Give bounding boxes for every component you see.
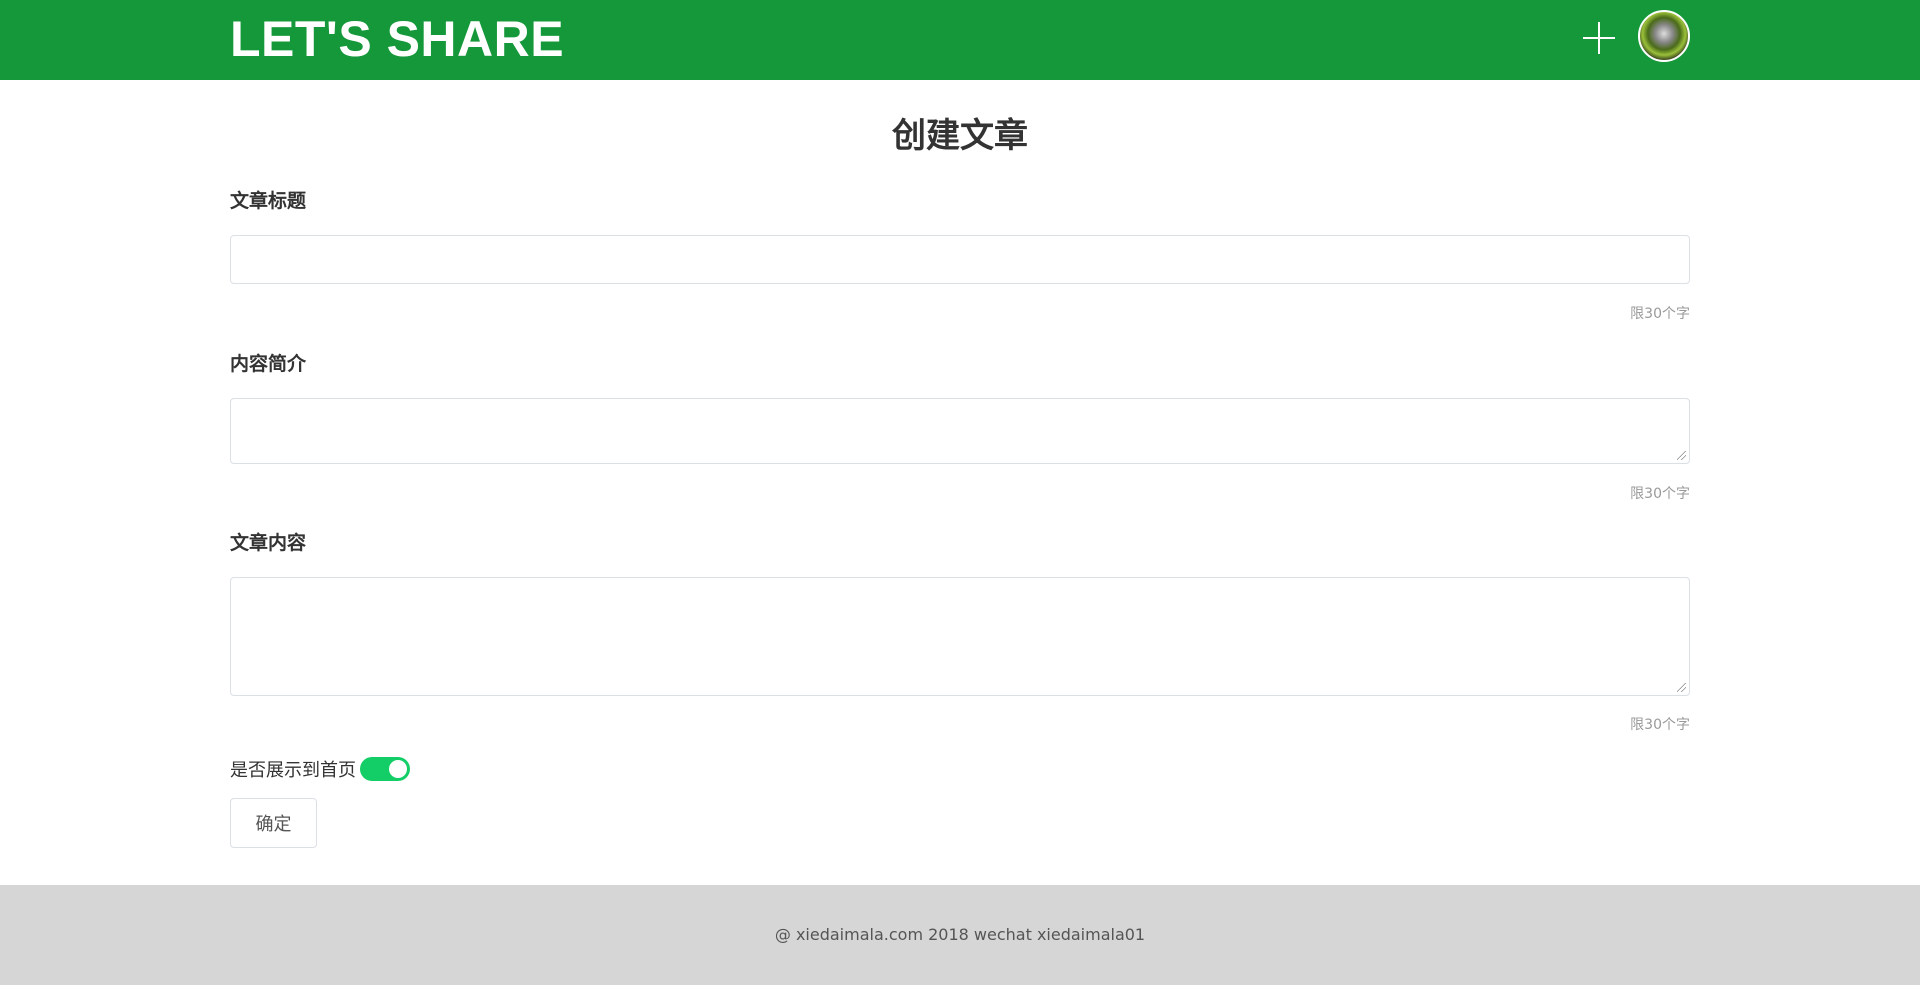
submit-button[interactable]: 确定 (230, 798, 317, 848)
show-home-row: 是否展示到首页 (230, 756, 410, 782)
title-label: 文章标题 (230, 190, 307, 212)
top-header: LET'S SHARE (0, 0, 1920, 80)
title-input[interactable] (230, 235, 1690, 284)
footer: @ xiedaimala.com 2018 wechat xiedaimala0… (0, 885, 1920, 985)
resize-handle[interactable] (1677, 451, 1686, 460)
content-hint: 限30个字 (1630, 717, 1690, 733)
resize-handle[interactable] (1677, 683, 1686, 692)
title-hint: 限30个字 (1630, 306, 1690, 322)
summary-textarea[interactable] (230, 398, 1690, 464)
page-title: 创建文章 (892, 116, 1028, 156)
content-textarea[interactable] (230, 577, 1690, 696)
show-home-label: 是否展示到首页 (230, 760, 356, 781)
plus-icon[interactable] (1583, 22, 1615, 54)
user-avatar[interactable] (1638, 10, 1690, 62)
summary-label: 内容简介 (230, 353, 307, 375)
content-label: 文章内容 (230, 532, 307, 554)
summary-hint: 限30个字 (1630, 486, 1690, 502)
footer-text: @ xiedaimala.com 2018 wechat xiedaimala0… (774, 925, 1146, 944)
site-logo[interactable]: LET'S SHARE (230, 10, 564, 68)
show-home-switch[interactable] (360, 757, 410, 781)
